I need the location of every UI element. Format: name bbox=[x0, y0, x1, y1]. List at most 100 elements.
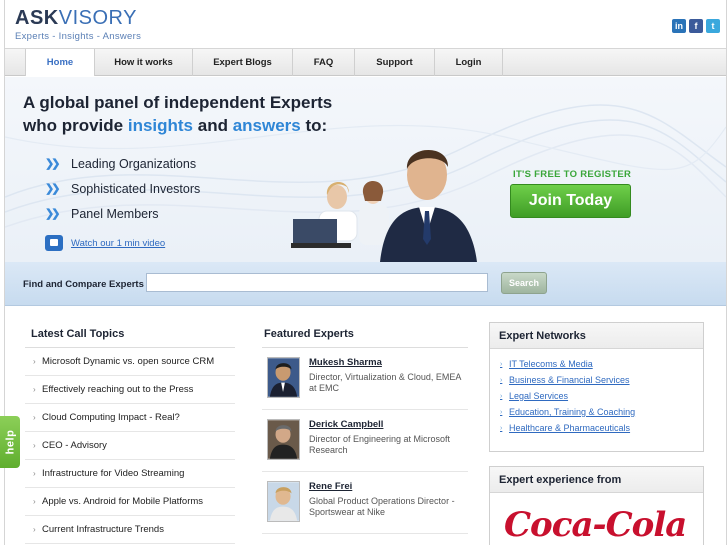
expert-name[interactable]: Mukesh Sharma bbox=[309, 357, 468, 368]
headline-text: and bbox=[193, 116, 233, 135]
arrow-icon: › bbox=[500, 392, 503, 400]
network-label[interactable]: Legal Services bbox=[509, 391, 568, 401]
expert-photo[interactable] bbox=[267, 481, 300, 522]
audience-label: Sophisticated Investors bbox=[71, 181, 201, 196]
coca-cola-logo: Coca-Cola bbox=[504, 505, 687, 545]
nav-home[interactable]: Home bbox=[25, 49, 95, 76]
help-tab-label[interactable]: help bbox=[4, 430, 16, 455]
network-link[interactable]: › IT Telecoms & Media bbox=[500, 356, 703, 372]
arrow-icon: › bbox=[500, 424, 503, 432]
linkedin-icon[interactable]: in bbox=[672, 19, 686, 33]
search-input[interactable] bbox=[146, 273, 488, 292]
arrow-icon: › bbox=[500, 408, 503, 416]
experience-heading: Expert experience from bbox=[490, 467, 703, 493]
hero-headline: A global panel of independent Experts wh… bbox=[23, 91, 332, 137]
topics-heading: Latest Call Topics bbox=[31, 328, 125, 340]
nav-login[interactable]: Login bbox=[435, 49, 503, 76]
expert-card[interactable]: Mukesh Sharma Director, Virtualization &… bbox=[262, 348, 468, 410]
social-links: in f t bbox=[672, 19, 720, 33]
topic-label[interactable]: Cloud Computing Impact - Real? bbox=[42, 412, 180, 423]
experts-heading: Featured Experts bbox=[264, 328, 354, 340]
expert-card[interactable]: Derick Campbell Director of Engineering … bbox=[262, 410, 468, 472]
arrow-icon: › bbox=[33, 357, 36, 366]
topic-label[interactable]: CEO - Advisory bbox=[42, 440, 107, 451]
topic-item[interactable]: › CEO - Advisory bbox=[25, 432, 235, 460]
topics-list: › Microsoft Dynamic vs. open source CRM ›… bbox=[25, 347, 235, 544]
double-chevron-icon: ❯❯ bbox=[45, 183, 60, 195]
nav-faq[interactable]: FAQ bbox=[293, 49, 355, 76]
audience-list: ❯❯ Leading Organizations ❯❯ Sophisticated … bbox=[45, 151, 200, 226]
headline-text: to: bbox=[300, 116, 328, 135]
expert-photo[interactable] bbox=[267, 419, 300, 460]
logo-tagline: Experts - Insights - Answers bbox=[15, 31, 142, 42]
audience-label: Leading Organizations bbox=[71, 156, 197, 171]
video-link-label[interactable]: Watch our 1 min video bbox=[71, 238, 165, 249]
topic-label[interactable]: Microsoft Dynamic vs. open source CRM bbox=[42, 356, 214, 367]
topic-label[interactable]: Apple vs. Android for Mobile Platforms bbox=[42, 496, 203, 507]
search-button[interactable]: Search bbox=[501, 272, 547, 294]
topic-item[interactable]: › Effectively reaching out to the Press bbox=[25, 376, 235, 404]
facebook-icon[interactable]: f bbox=[689, 19, 703, 33]
topic-item[interactable]: › Cloud Computing Impact - Real? bbox=[25, 404, 235, 432]
networks-heading: Expert Networks bbox=[490, 323, 703, 349]
site-logo[interactable]: ASKVISORY Experts - Insights - Answers bbox=[15, 8, 141, 42]
logo-text-ask: ASK bbox=[15, 7, 59, 29]
expert-title: Global Product Operations Director - Spo… bbox=[309, 496, 455, 517]
topic-item[interactable]: › Microsoft Dynamic vs. open source CRM bbox=[25, 348, 235, 376]
featured-experts-list: Mukesh Sharma Director, Virtualization &… bbox=[262, 347, 468, 534]
video-camera-icon bbox=[45, 235, 63, 251]
expert-search-bar: Find and Compare Experts Search bbox=[5, 262, 726, 306]
topic-label[interactable]: Current Infrastructure Trends bbox=[42, 524, 164, 535]
nav-how-it-works[interactable]: How it works bbox=[95, 49, 193, 76]
expert-title: Director of Engineering at Microsoft Res… bbox=[309, 434, 451, 455]
topic-item[interactable]: › Infrastructure for Video Streaming bbox=[25, 460, 235, 488]
topic-label[interactable]: Infrastructure for Video Streaming bbox=[42, 468, 184, 479]
double-chevron-icon: ❯❯ bbox=[45, 208, 60, 220]
double-chevron-icon: ❯❯ bbox=[45, 158, 60, 170]
network-link[interactable]: › Healthcare & Pharmaceuticals bbox=[500, 420, 703, 436]
network-label[interactable]: IT Telecoms & Media bbox=[509, 359, 593, 369]
network-link[interactable]: › Legal Services bbox=[500, 388, 703, 404]
expert-name[interactable]: Rene Frei bbox=[309, 481, 468, 492]
expert-experience-box: Expert experience from Coca-Cola bbox=[489, 466, 704, 545]
business-people-photo bbox=[291, 149, 477, 262]
topic-item[interactable]: › Current Infrastructure Trends bbox=[25, 516, 235, 544]
network-label[interactable]: Healthcare & Pharmaceuticals bbox=[509, 423, 630, 433]
headline-text: who provide bbox=[23, 116, 128, 135]
twitter-icon[interactable]: t bbox=[706, 19, 720, 33]
arrow-icon: › bbox=[33, 497, 36, 506]
main-nav: Home How it works Expert Blogs FAQ Suppo… bbox=[5, 48, 726, 76]
network-link[interactable]: › Education, Training & Coaching bbox=[500, 404, 703, 420]
arrow-icon: › bbox=[33, 441, 36, 450]
network-link[interactable]: › Business & Financial Services bbox=[500, 372, 703, 388]
audience-item: ❯❯ Panel Members bbox=[45, 201, 200, 226]
headline-line-2: who provide insights and answers to: bbox=[23, 114, 332, 137]
search-label: Find and Compare Experts bbox=[23, 279, 144, 290]
expert-card[interactable]: Rene Frei Global Product Operations Dire… bbox=[262, 472, 468, 534]
video-link[interactable]: Watch our 1 min video bbox=[45, 235, 165, 251]
audience-label: Panel Members bbox=[71, 206, 159, 221]
nav-expert-blogs[interactable]: Expert Blogs bbox=[193, 49, 293, 76]
help-tab[interactable]: help bbox=[0, 416, 20, 468]
arrow-icon: › bbox=[33, 525, 36, 534]
headline-highlight-insights: insights bbox=[127, 116, 194, 135]
hero-banner: A global panel of independent Experts wh… bbox=[5, 77, 726, 262]
topic-label[interactable]: Effectively reaching out to the Press bbox=[42, 384, 193, 395]
networks-list: › IT Telecoms & Media › Business & Financi… bbox=[490, 349, 703, 436]
arrow-icon: › bbox=[500, 376, 503, 384]
audience-item: ❯❯ Leading Organizations bbox=[45, 151, 200, 176]
network-label[interactable]: Education, Training & Coaching bbox=[509, 407, 635, 417]
expert-title: Director, Virtualization & Cloud, EMEA a… bbox=[309, 372, 461, 393]
topic-item[interactable]: › Apple vs. Android for Mobile Platforms bbox=[25, 488, 235, 516]
arrow-icon: › bbox=[33, 469, 36, 478]
headline-highlight-answers: answers bbox=[232, 116, 301, 135]
expert-photo[interactable] bbox=[267, 357, 300, 398]
arrow-icon: › bbox=[33, 385, 36, 394]
logo-text-visory: VISORY bbox=[58, 7, 137, 29]
arrow-icon: › bbox=[500, 360, 503, 368]
headline-line-1: A global panel of independent Experts bbox=[23, 93, 333, 112]
nav-support[interactable]: Support bbox=[355, 49, 435, 76]
expert-name[interactable]: Derick Campbell bbox=[309, 419, 468, 430]
join-today-button[interactable]: Join Today bbox=[510, 184, 631, 218]
network-label[interactable]: Business & Financial Services bbox=[509, 375, 630, 385]
